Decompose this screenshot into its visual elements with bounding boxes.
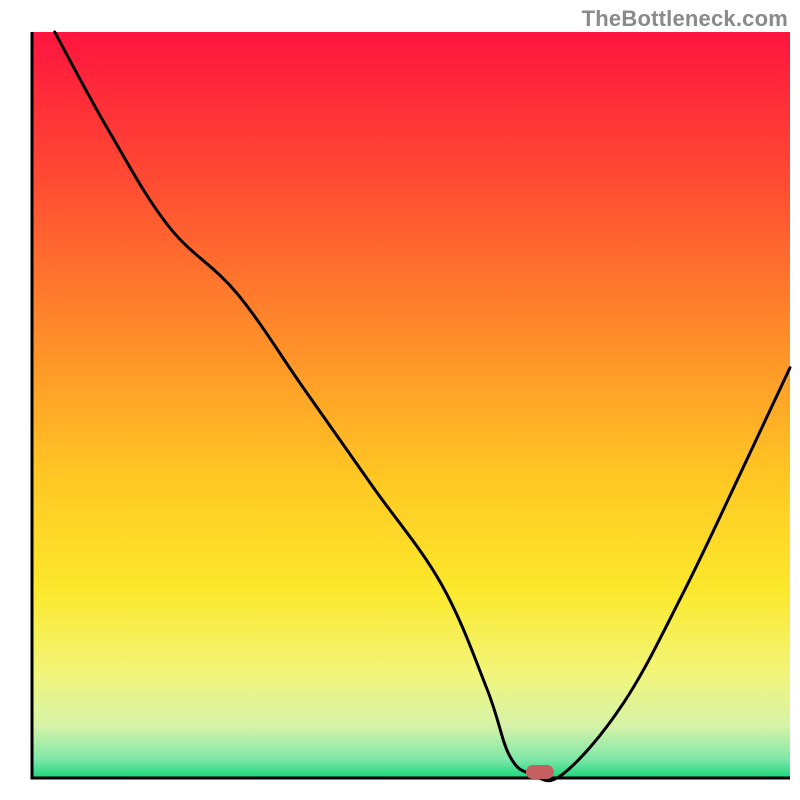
chart-container: TheBottleneck.com [0, 0, 800, 800]
optimal-marker [526, 765, 554, 779]
watermark-text: TheBottleneck.com [582, 6, 788, 32]
bottleneck-chart [0, 0, 800, 800]
gradient-background [32, 32, 790, 778]
